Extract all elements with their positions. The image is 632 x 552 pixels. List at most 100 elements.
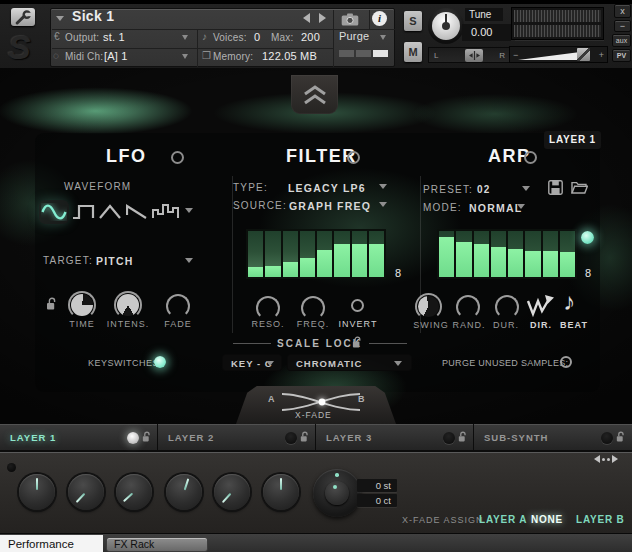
prev-instrument-arrow[interactable] bbox=[303, 13, 310, 23]
tab-layer-2-lock-icon[interactable] bbox=[300, 431, 309, 443]
arp-preset-dropdown-arrow[interactable] bbox=[522, 186, 530, 191]
filter-type-dropdown-arrow[interactable] bbox=[379, 184, 387, 189]
arp-swing-knob[interactable] bbox=[415, 293, 442, 320]
panel-nav-arrows[interactable] bbox=[594, 455, 618, 463]
graph-step-bar[interactable] bbox=[300, 231, 315, 277]
arp-mode-dropdown-arrow[interactable] bbox=[517, 204, 525, 209]
tab-performance[interactable]: Performance bbox=[0, 535, 103, 552]
filter-resonance-knob[interactable] bbox=[256, 296, 280, 320]
arp-power-led[interactable] bbox=[524, 151, 537, 164]
filter-source-value[interactable]: GRAPH FREQ bbox=[289, 200, 371, 212]
waveform-square-icon[interactable] bbox=[72, 204, 95, 220]
next-instrument-arrow[interactable] bbox=[319, 13, 326, 23]
tab-layer-1[interactable]: LAYER 1 bbox=[0, 424, 157, 450]
arp-mode-value[interactable]: NORMAL bbox=[469, 202, 522, 214]
lfo-fade-knob[interactable] bbox=[166, 294, 190, 318]
aux-button[interactable]: aux bbox=[612, 34, 631, 47]
minimize-button[interactable]: − bbox=[614, 20, 631, 32]
volume-handle[interactable] bbox=[577, 48, 590, 61]
snapshot-camera-icon[interactable] bbox=[341, 13, 359, 26]
pitch-semitones-value[interactable]: 0 st bbox=[357, 479, 397, 492]
info-button[interactable]: i bbox=[372, 11, 387, 26]
lfo-lock-icon[interactable] bbox=[46, 297, 57, 311]
arp-direction-icon[interactable] bbox=[526, 294, 556, 318]
tab-sub-synth-led[interactable] bbox=[601, 432, 613, 444]
waveform-saw-icon[interactable] bbox=[126, 204, 148, 220]
load-preset-folder-icon[interactable] bbox=[571, 180, 588, 195]
tab-layer-3-lock-icon[interactable] bbox=[458, 431, 467, 443]
pan-knob[interactable] bbox=[263, 474, 299, 510]
collapse-panel-tab[interactable] bbox=[291, 75, 338, 114]
volume-plus[interactable]: + bbox=[599, 50, 604, 60]
pan-slider[interactable]: L R bbox=[428, 47, 511, 63]
tab-layer-2-led[interactable] bbox=[285, 432, 297, 444]
instrument-menu-arrow[interactable] bbox=[56, 16, 64, 21]
midi-value[interactable]: [A] 1 bbox=[104, 50, 128, 62]
waveform-sine-icon[interactable] bbox=[39, 200, 69, 224]
output-dropdown-arrow[interactable] bbox=[182, 35, 188, 40]
waveform-random-icon[interactable] bbox=[152, 203, 180, 220]
tab-layer-3[interactable]: LAYER 3 bbox=[316, 424, 473, 450]
tab-layer-2[interactable]: LAYER 2 bbox=[158, 424, 315, 450]
arp-step-graph[interactable] bbox=[437, 229, 577, 279]
graph-step-bar[interactable] bbox=[283, 231, 298, 277]
lfo-target-value[interactable]: PITCH bbox=[96, 255, 134, 267]
graph-step-bar[interactable] bbox=[248, 231, 263, 277]
key-dropdown[interactable]: KEY - C bbox=[222, 354, 282, 371]
max-value[interactable]: 200 bbox=[301, 31, 320, 43]
tab-layer-1-lock-icon[interactable] bbox=[142, 431, 151, 443]
tab-sub-synth-lock-icon[interactable] bbox=[616, 431, 625, 443]
arp-duration-knob[interactable] bbox=[495, 295, 519, 319]
graph-step-bar[interactable] bbox=[474, 231, 489, 277]
waveform-dropdown-arrow[interactable] bbox=[185, 208, 193, 213]
release-knob[interactable] bbox=[166, 474, 202, 510]
lfo-time-knob[interactable] bbox=[68, 291, 96, 319]
xfade-assign-layer-b[interactable]: LAYER B bbox=[576, 514, 625, 525]
graph-step-bar[interactable] bbox=[439, 231, 454, 277]
xfade-control[interactable]: A B X-FADE bbox=[236, 386, 396, 424]
output-value[interactable]: st. 1 bbox=[103, 31, 125, 43]
graph-step-bar[interactable] bbox=[352, 231, 367, 277]
pan-handle[interactable] bbox=[465, 49, 483, 62]
xfade-assign-layer-a[interactable]: LAYER A bbox=[479, 514, 527, 525]
pv-button[interactable]: PV bbox=[612, 49, 631, 62]
purge-dropdown-arrow[interactable] bbox=[380, 35, 386, 40]
scale-dropdown[interactable]: CHROMATIC bbox=[287, 354, 412, 371]
graph-step-bar[interactable] bbox=[265, 231, 280, 277]
tab-layer-3-led[interactable] bbox=[443, 432, 455, 444]
filter-source-dropdown-arrow[interactable] bbox=[379, 202, 387, 207]
graph-step-bar[interactable] bbox=[334, 231, 349, 277]
arp-beat-note-icon[interactable]: ♪ bbox=[563, 288, 575, 316]
arp-random-knob[interactable] bbox=[456, 295, 480, 319]
attack-knob[interactable] bbox=[68, 474, 104, 510]
offset-knob[interactable] bbox=[116, 474, 152, 510]
lfo-power-led[interactable] bbox=[171, 151, 184, 164]
filter-type-value[interactable]: LEGACY LP6 bbox=[288, 182, 366, 194]
pitch-cents-value[interactable]: 0 ct bbox=[357, 494, 397, 507]
graph-step-bar[interactable] bbox=[456, 231, 471, 277]
graph-step-bar[interactable] bbox=[525, 231, 540, 277]
graph-step-bar[interactable] bbox=[317, 231, 332, 277]
lfo-target-dropdown-arrow[interactable] bbox=[185, 258, 193, 263]
filter-invert-toggle[interactable] bbox=[351, 299, 364, 312]
graph-step-bar[interactable] bbox=[543, 231, 558, 277]
graph-step-bar[interactable] bbox=[560, 231, 575, 277]
waveform-triangle-icon[interactable] bbox=[99, 204, 121, 220]
tab-layer-1-led[interactable] bbox=[127, 432, 139, 444]
purge-unused-toggle[interactable] bbox=[560, 356, 572, 368]
graph-step-bar[interactable] bbox=[491, 231, 506, 277]
filter-power-led[interactable] bbox=[347, 151, 360, 164]
save-preset-icon[interactable] bbox=[548, 180, 563, 195]
xfade-assign-none[interactable]: NONE bbox=[531, 514, 563, 525]
volume-slider[interactable]: − + bbox=[509, 46, 608, 63]
wrench-button[interactable] bbox=[11, 8, 35, 26]
keyswitches-led[interactable] bbox=[154, 356, 166, 368]
purge-button[interactable]: Purge bbox=[339, 30, 369, 42]
mute-button[interactable]: M bbox=[404, 42, 422, 62]
graph-step-bar[interactable] bbox=[508, 231, 523, 277]
tune-value[interactable]: 0.00 bbox=[471, 26, 492, 38]
solo-button[interactable]: S bbox=[404, 11, 422, 31]
tune-knob[interactable] bbox=[428, 8, 464, 44]
midi-dropdown-arrow[interactable] bbox=[182, 54, 188, 59]
pitch-knob[interactable] bbox=[313, 469, 361, 517]
